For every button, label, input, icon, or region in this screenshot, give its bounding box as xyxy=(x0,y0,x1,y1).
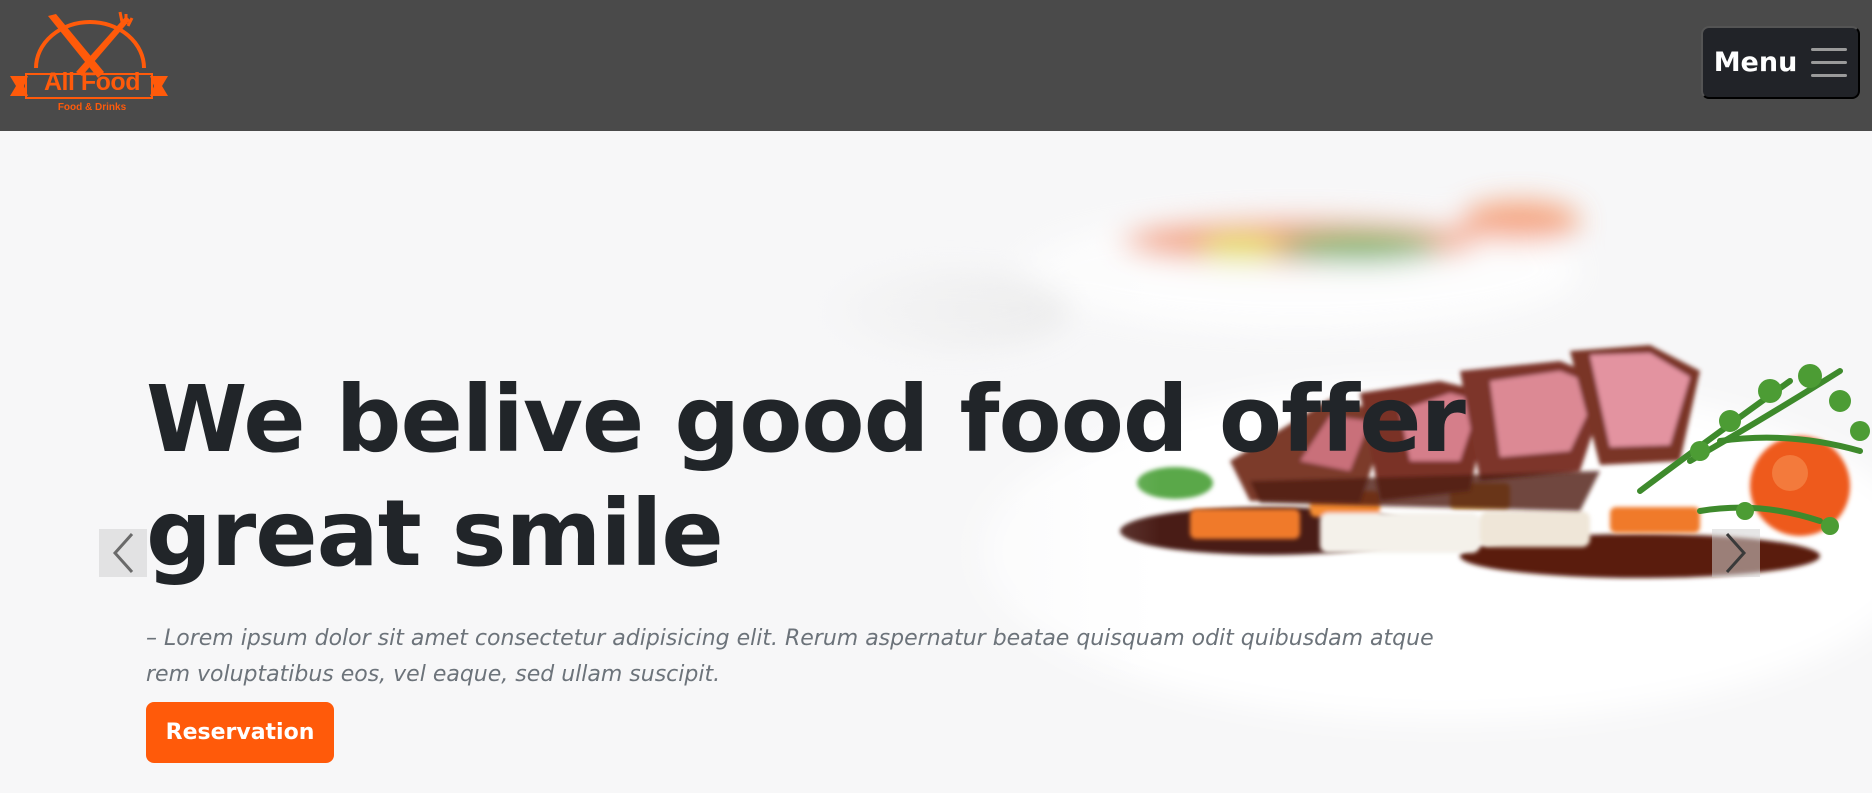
navbar: All Food Food & Drinks Menu xyxy=(0,0,1872,131)
hero-lead: – Lorem ipsum dolor sit amet consectetur… xyxy=(146,626,1434,687)
carousel-prev-button[interactable] xyxy=(99,529,147,577)
brand-name: All Food xyxy=(44,68,140,96)
brand-logo[interactable]: All Food Food & Drinks xyxy=(8,10,170,116)
hamburger-icon xyxy=(1811,48,1848,77)
brand-tagline: Food & Drinks xyxy=(57,102,127,113)
crossed-cutlery-logo-icon xyxy=(10,11,168,99)
reservation-button[interactable]: Reservation xyxy=(146,702,334,763)
hero-headline: We belive good food offer great smile xyxy=(146,366,1466,587)
menu-label: Menu xyxy=(1713,47,1798,78)
hero-carousel: We belive good food offer great smile – … xyxy=(0,131,1872,793)
carousel-next-button[interactable] xyxy=(1712,529,1760,577)
chevron-right-icon xyxy=(1725,532,1747,574)
menu-button[interactable]: Menu xyxy=(1701,26,1860,99)
chevron-left-icon xyxy=(112,532,134,574)
